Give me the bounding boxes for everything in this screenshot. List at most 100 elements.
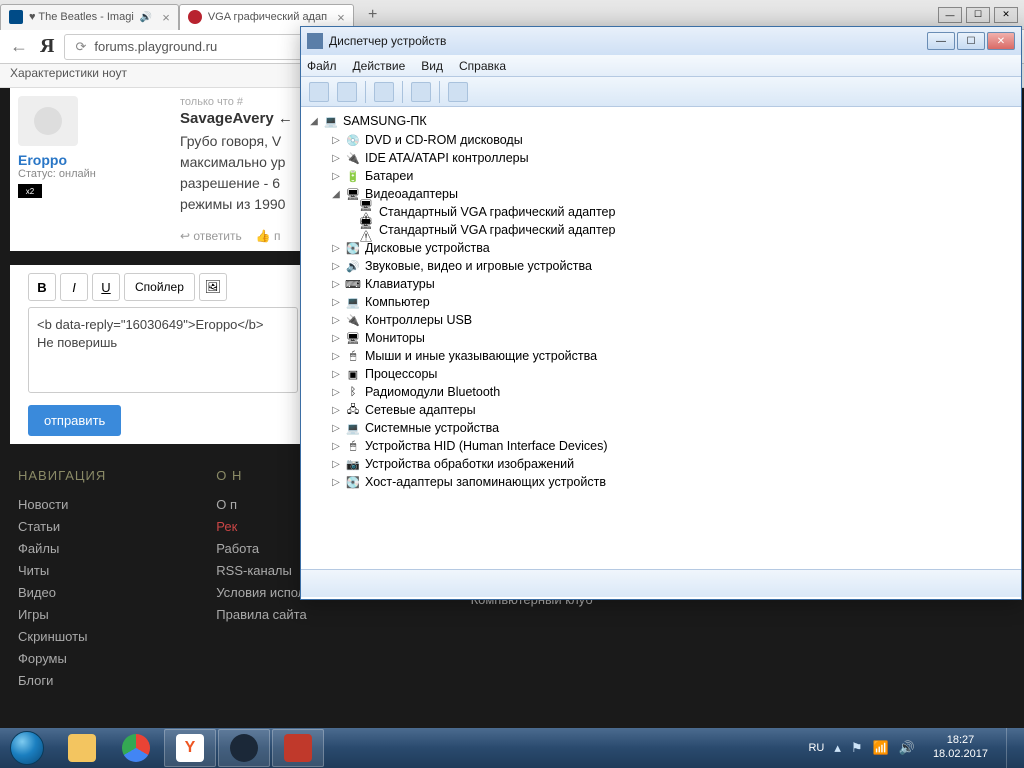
footer-link[interactable]: Файлы: [18, 541, 106, 556]
tree-node[interactable]: ▷🖱Мыши и иные указывающие устройства: [309, 347, 1013, 365]
audio-icon[interactable]: 🔊: [140, 12, 152, 23]
expand-icon[interactable]: ▷: [331, 369, 341, 380]
tree-node[interactable]: ▷📷Устройства обработки изображений: [309, 455, 1013, 473]
expand-icon[interactable]: ▷: [331, 423, 341, 434]
footer-link[interactable]: Блоги: [18, 673, 106, 688]
tool-view[interactable]: [374, 82, 394, 102]
tool-fwd[interactable]: [337, 82, 357, 102]
expand-icon[interactable]: ▷: [331, 441, 341, 452]
close-button[interactable]: ✕: [994, 7, 1018, 23]
tree-leaf[interactable]: 🖥⚠Стандартный VGA графический адаптер: [309, 221, 1013, 239]
footer-link[interactable]: Статьи: [18, 519, 106, 534]
menu-help[interactable]: Справка: [459, 59, 506, 73]
footer-link[interactable]: Правила сайта: [216, 607, 360, 622]
footer-link[interactable]: Видео: [18, 585, 106, 600]
expand-icon[interactable]: ▷: [331, 477, 341, 488]
tree-root[interactable]: ◢ 💻 SAMSUNG-ПК: [309, 113, 1013, 129]
close-icon[interactable]: ×: [337, 10, 345, 25]
tree-leaf[interactable]: 🖥⚠Стандартный VGA графический адаптер: [309, 203, 1013, 221]
tree-node[interactable]: ▷💻Компьютер: [309, 293, 1013, 311]
expand-icon[interactable]: ◢: [331, 189, 341, 200]
minimize-button[interactable]: —: [927, 32, 955, 50]
new-tab-button[interactable]: +: [362, 6, 384, 24]
tree-node[interactable]: ▷💿DVD и CD-ROM дисководы: [309, 131, 1013, 149]
reload-icon[interactable]: ⟳: [75, 39, 86, 55]
tree-node[interactable]: ▷🔊Звуковые, видео и игровые устройства: [309, 257, 1013, 275]
footer-link[interactable]: Скриншоты: [18, 629, 106, 644]
footer-link[interactable]: Форумы: [18, 651, 106, 666]
maximize-button[interactable]: ☐: [957, 32, 985, 50]
volume-icon[interactable]: 🔊: [899, 740, 915, 756]
footer-link[interactable]: Новости: [18, 497, 106, 512]
tree-node[interactable]: ▷🔋Батареи: [309, 167, 1013, 185]
menu-action[interactable]: Действие: [353, 59, 406, 73]
close-button[interactable]: ✕: [987, 32, 1015, 50]
reply-button[interactable]: ↩ ответить: [180, 229, 242, 243]
footer-link[interactable]: Игры: [18, 607, 106, 622]
reply-textarea[interactable]: <b data-reply="16030649">Eroppo</b> Не п…: [28, 307, 298, 393]
taskbar-explorer[interactable]: [56, 729, 108, 767]
expand-icon[interactable]: ▷: [331, 315, 341, 326]
italic-button[interactable]: I: [60, 273, 88, 301]
spoiler-button[interactable]: Спойлер: [124, 273, 195, 301]
back-button[interactable]: ←: [8, 36, 30, 57]
image-button[interactable]: 🖼: [199, 273, 227, 301]
username-link[interactable]: Eroppo: [18, 152, 168, 168]
footer-link[interactable]: Читы: [18, 563, 106, 578]
avatar[interactable]: [18, 96, 78, 146]
expand-icon[interactable]: ▷: [331, 405, 341, 416]
like-button[interactable]: 👍 п: [256, 229, 281, 243]
expand-icon[interactable]: ▷: [331, 297, 341, 308]
tree-node[interactable]: ▷💻Системные устройства: [309, 419, 1013, 437]
show-desktop[interactable]: [1006, 728, 1020, 768]
tree-node[interactable]: ▷🖥Мониторы: [309, 329, 1013, 347]
tree-node[interactable]: ▷⌨Клавиатуры: [309, 275, 1013, 293]
start-button[interactable]: [0, 728, 54, 768]
taskbar-chrome[interactable]: [110, 729, 162, 767]
tray-up-icon[interactable]: ▴: [834, 740, 841, 756]
tree-node[interactable]: ▷🔌Контроллеры USB: [309, 311, 1013, 329]
language-indicator[interactable]: RU: [808, 742, 824, 754]
expand-icon[interactable]: ▷: [331, 243, 341, 254]
expand-icon[interactable]: ▷: [331, 333, 341, 344]
tool-back[interactable]: [309, 82, 329, 102]
flag-icon[interactable]: ⚑: [851, 740, 863, 756]
taskbar-app[interactable]: [272, 729, 324, 767]
taskbar-yandex[interactable]: Y: [164, 729, 216, 767]
tree-node[interactable]: ▷💽Дисковые устройства: [309, 239, 1013, 257]
expand-icon[interactable]: ▷: [331, 153, 341, 164]
clock[interactable]: 18:27 18.02.2017: [925, 734, 996, 762]
tool-help[interactable]: [411, 82, 431, 102]
menu-bar: Файл Действие Вид Справка: [301, 55, 1021, 77]
menu-file[interactable]: Файл: [307, 59, 337, 73]
bookmark-item[interactable]: Характеристики ноут: [10, 66, 127, 80]
tree-node[interactable]: ▷💽Хост-адаптеры запоминающих устройств: [309, 473, 1013, 491]
device-tree[interactable]: ◢ 💻 SAMSUNG-ПК ▷💿DVD и CD-ROM дисководы▷…: [301, 107, 1021, 569]
expand-icon[interactable]: ▷: [331, 261, 341, 272]
tree-node[interactable]: ▷ᛒРадиомодули Bluetooth: [309, 383, 1013, 401]
expand-icon[interactable]: ▷: [331, 387, 341, 398]
tree-node[interactable]: ◢🖥Видеоадаптеры: [309, 185, 1013, 203]
tree-node[interactable]: ▷▣Процессоры: [309, 365, 1013, 383]
expand-icon[interactable]: ▷: [331, 135, 341, 146]
minimize-button[interactable]: —: [938, 7, 962, 23]
tab-beatles[interactable]: ♥ The Beatles - Imagi 🔊 ×: [0, 4, 179, 30]
tree-node[interactable]: ▷🖱Устройства HID (Human Interface Device…: [309, 437, 1013, 455]
menu-view[interactable]: Вид: [421, 59, 443, 73]
bold-button[interactable]: B: [28, 273, 56, 301]
window-titlebar[interactable]: Диспетчер устройств — ☐ ✕: [301, 27, 1021, 55]
network-icon[interactable]: 📶: [873, 740, 889, 756]
tree-node[interactable]: ▷🔌IDE ATA/ATAPI контроллеры: [309, 149, 1013, 167]
taskbar-steam[interactable]: [218, 729, 270, 767]
expand-icon[interactable]: ▷: [331, 351, 341, 362]
maximize-button[interactable]: ☐: [966, 7, 990, 23]
expand-icon[interactable]: ▷: [331, 279, 341, 290]
underline-button[interactable]: U: [92, 273, 120, 301]
tree-node[interactable]: ▷🖧Сетевые адаптеры: [309, 401, 1013, 419]
send-button[interactable]: отправить: [28, 405, 121, 436]
expand-icon[interactable]: ▷: [331, 459, 341, 470]
tool-scan[interactable]: [448, 82, 468, 102]
yandex-logo[interactable]: Я: [40, 35, 54, 58]
expand-icon[interactable]: ▷: [331, 171, 341, 182]
close-icon[interactable]: ×: [162, 10, 170, 25]
